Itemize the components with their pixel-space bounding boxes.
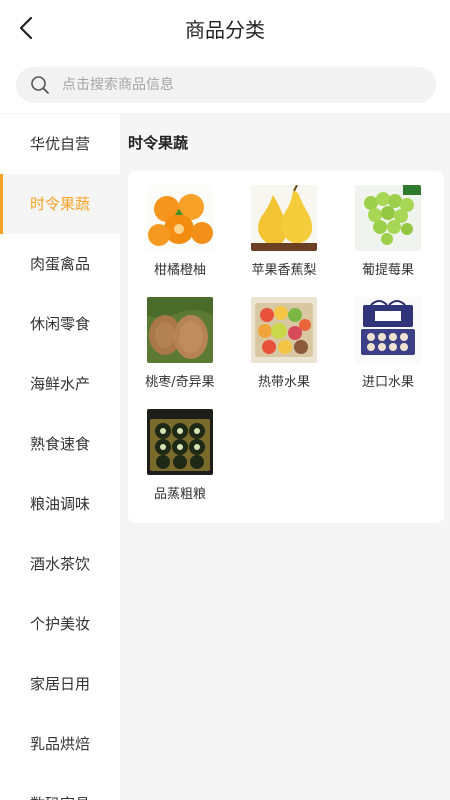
sidebar-item-dairy-bakery[interactable]: 乳品烘焙 xyxy=(0,714,120,774)
grape-image xyxy=(355,185,421,251)
search-bar[interactable] xyxy=(16,67,436,103)
sidebar-item-huayou-self[interactable]: 华优自营 xyxy=(0,114,120,174)
subcategory-peach-kiwi[interactable]: 桃枣/奇异果 xyxy=(128,297,232,390)
sidebar-item-seasonal-produce[interactable]: 时令果蔬 xyxy=(0,174,120,234)
coarse-grains-image xyxy=(147,409,213,475)
search-input[interactable] xyxy=(62,67,422,103)
subcategory-label: 桃枣/奇异果 xyxy=(145,375,215,390)
subcategory-card: 柑橘橙柚 苹果香蕉梨 葡提莓果 桃枣/奇异果 热带水果 进口水果 品蒸粗粮 xyxy=(128,171,444,523)
sidebar-item-seafood[interactable]: 海鲜水产 xyxy=(0,354,120,414)
tropical-fruit-image xyxy=(251,297,317,363)
sidebar-item-cooked-food[interactable]: 熟食速食 xyxy=(0,414,120,474)
subcategory-tropical-fruit[interactable]: 热带水果 xyxy=(232,297,336,390)
top-bar: 商品分类 xyxy=(0,0,450,56)
kiwi-image xyxy=(147,297,213,363)
subcategory-label: 品蒸粗粮 xyxy=(153,487,206,502)
subcategory-label: 进口水果 xyxy=(361,375,414,390)
subcategory-label: 苹果香蕉梨 xyxy=(251,263,317,278)
page-title: 商品分类 xyxy=(185,18,265,42)
sidebar-item-meat-eggs[interactable]: 肉蛋禽品 xyxy=(0,234,120,294)
subcategory-citrus[interactable]: 柑橘橙柚 xyxy=(128,185,232,278)
sidebar-item-household[interactable]: 家居日用 xyxy=(0,654,120,714)
subcategory-grapes-berries[interactable]: 葡提莓果 xyxy=(336,185,440,278)
subcategory-coarse-grains[interactable]: 品蒸粗粮 xyxy=(128,409,232,502)
category-sidebar: 华优自营 时令果蔬 肉蛋禽品 休闲零食 海鲜水产 熟食速食 粮油调味 酒水茶饮 … xyxy=(0,114,120,800)
search-bar-container xyxy=(0,56,450,113)
sidebar-item-grain-oil[interactable]: 粮油调味 xyxy=(0,474,120,534)
subcategory-apple-banana-pear[interactable]: 苹果香蕉梨 xyxy=(232,185,336,278)
sidebar-item-digital[interactable]: 数码家具 xyxy=(0,774,120,800)
search-icon xyxy=(31,76,49,94)
sidebar-item-snacks[interactable]: 休闲零食 xyxy=(0,294,120,354)
subcategory-label: 柑橘橙柚 xyxy=(153,263,206,278)
sidebar-item-drinks[interactable]: 酒水茶饮 xyxy=(0,534,120,594)
subcategory-imported-fruit[interactable]: 进口水果 xyxy=(336,297,440,390)
subcategory-label: 葡提莓果 xyxy=(361,263,414,278)
sidebar-item-personal-care[interactable]: 个护美妆 xyxy=(0,594,120,654)
gift-box-image xyxy=(355,297,421,363)
section-title: 时令果蔬 xyxy=(128,134,189,152)
subcategory-label: 热带水果 xyxy=(257,375,310,390)
citrus-image xyxy=(147,185,213,251)
pear-image xyxy=(251,185,317,251)
